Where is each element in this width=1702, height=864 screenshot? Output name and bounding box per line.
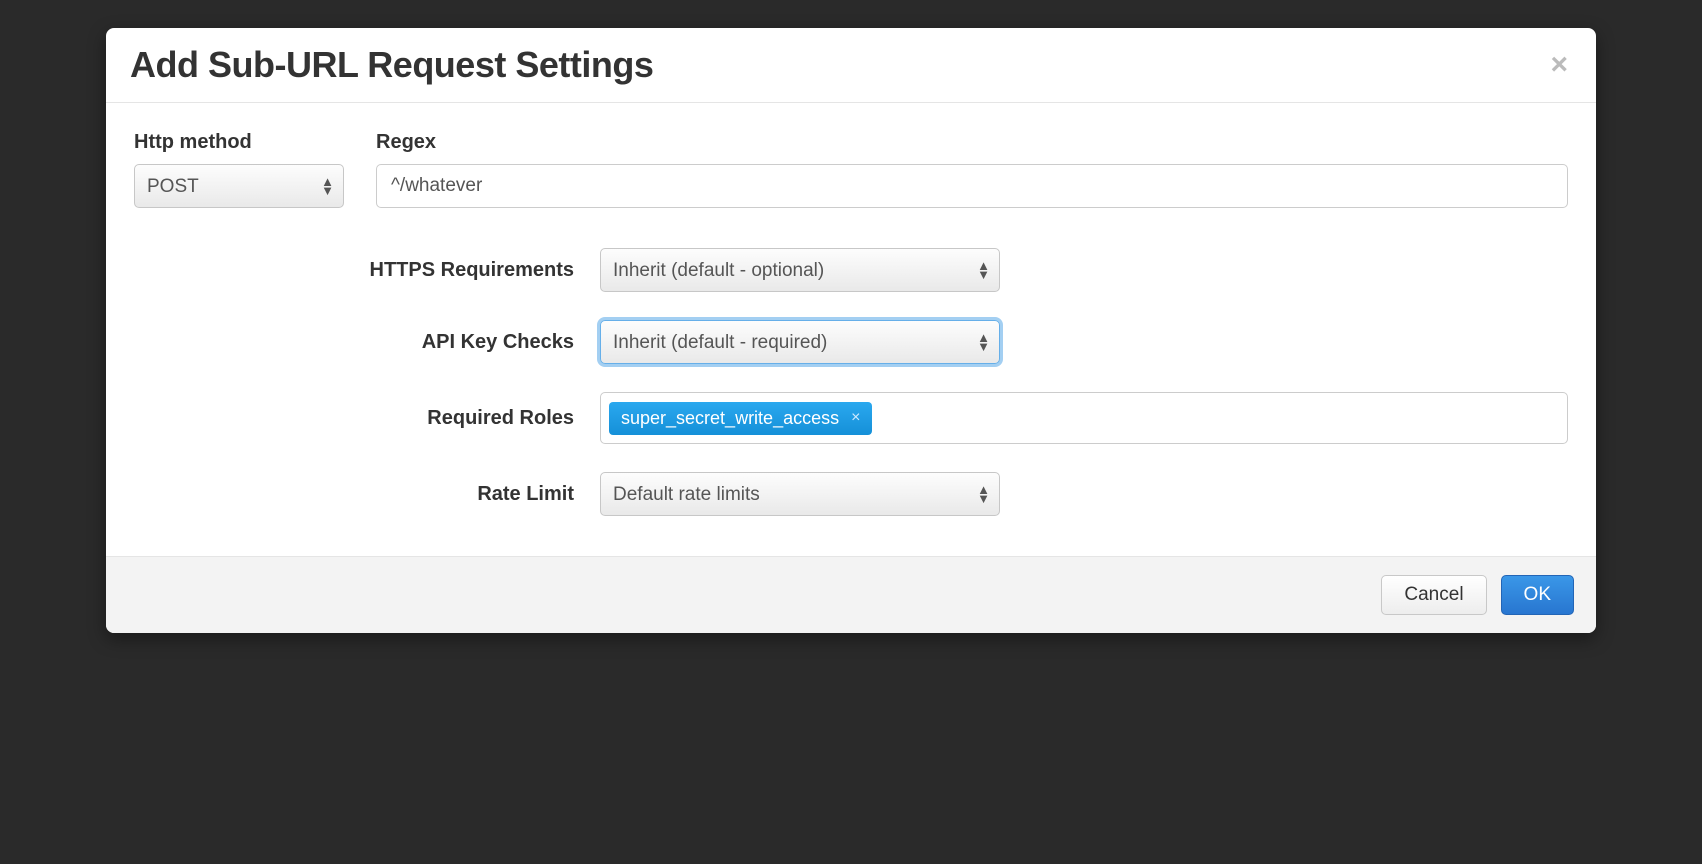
required-roles-input[interactable]: super_secret_write_access × [600,392,1568,444]
ok-button[interactable]: OK [1501,575,1574,615]
close-icon: × [1550,48,1568,81]
https-requirements-select[interactable]: Inherit (default - optional) [600,248,1000,292]
modal-header: Add Sub-URL Request Settings × [106,28,1596,103]
remove-tag-icon[interactable]: × [849,409,862,427]
required-roles-label: Required Roles [134,407,600,430]
rate-limit-label: Rate Limit [134,483,600,506]
http-method-select[interactable]: POST [134,164,344,208]
regex-label: Regex [376,131,1568,154]
modal: Add Sub-URL Request Settings × Http meth… [106,28,1596,633]
modal-footer: Cancel OK [106,556,1596,633]
api-key-checks-select[interactable]: Inherit (default - required) [600,320,1000,364]
cancel-button[interactable]: Cancel [1381,575,1486,615]
modal-title: Add Sub-URL Request Settings [130,44,653,86]
close-button[interactable]: × [1546,50,1572,80]
rate-limit-select[interactable]: Default rate limits [600,472,1000,516]
http-method-label: Http method [134,131,344,154]
regex-input[interactable] [376,164,1568,208]
api-key-checks-label: API Key Checks [134,331,600,354]
modal-body: Http method POST ▲▼ Regex HTTPS Requirem… [106,103,1596,556]
role-tag-text: super_secret_write_access [621,408,839,429]
role-tag: super_secret_write_access × [609,402,872,435]
https-requirements-label: HTTPS Requirements [134,259,600,282]
